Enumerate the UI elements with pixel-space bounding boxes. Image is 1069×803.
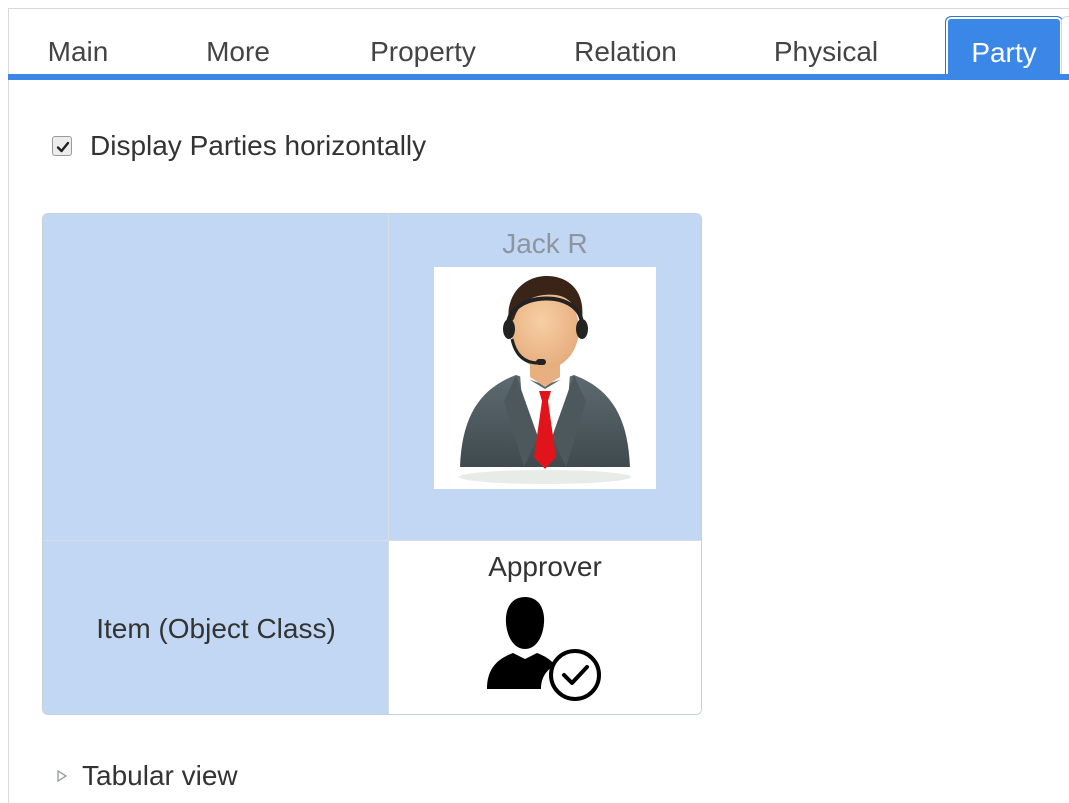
tab-overflow-edge	[1061, 16, 1069, 75]
tab-party[interactable]: Party	[945, 16, 1063, 80]
row-label: Item (Object Class)	[96, 613, 336, 644]
role-label: Approver	[488, 551, 602, 582]
tabular-view-label[interactable]: Tabular view	[82, 760, 238, 792]
role-cell[interactable]: Approver	[389, 541, 701, 714]
party-grid: Jack R Item (Object Class) Approver	[42, 213, 702, 715]
triangle-right-icon	[57, 769, 68, 783]
tab-property[interactable]: Property	[343, 16, 503, 80]
display-horizontally-option[interactable]: Display Parties horizontally	[52, 130, 426, 162]
tabular-view-toggle[interactable]: Tabular view	[56, 760, 238, 792]
party-name: Jack R	[502, 228, 588, 259]
tab-physical[interactable]: Physical	[746, 16, 906, 80]
display-horizontally-checkbox[interactable]	[52, 136, 72, 156]
user-check-icon	[487, 593, 603, 703]
tab-bar: Main More Property Relation Physical Par…	[8, 8, 1069, 82]
checkmark-icon	[56, 141, 70, 153]
row-header-cell: Item (Object Class)	[43, 541, 389, 714]
tab-relation[interactable]: Relation	[548, 16, 703, 80]
tab-underline	[8, 74, 1069, 80]
tab-main[interactable]: Main	[8, 16, 148, 80]
businessman-headset-icon	[459, 275, 631, 484]
party-header-cell: Jack R	[389, 214, 701, 541]
grid-corner-cell	[43, 214, 389, 541]
tab-more[interactable]: More	[173, 16, 303, 80]
display-horizontally-label[interactable]: Display Parties horizontally	[90, 130, 426, 162]
party-photo	[434, 267, 656, 489]
